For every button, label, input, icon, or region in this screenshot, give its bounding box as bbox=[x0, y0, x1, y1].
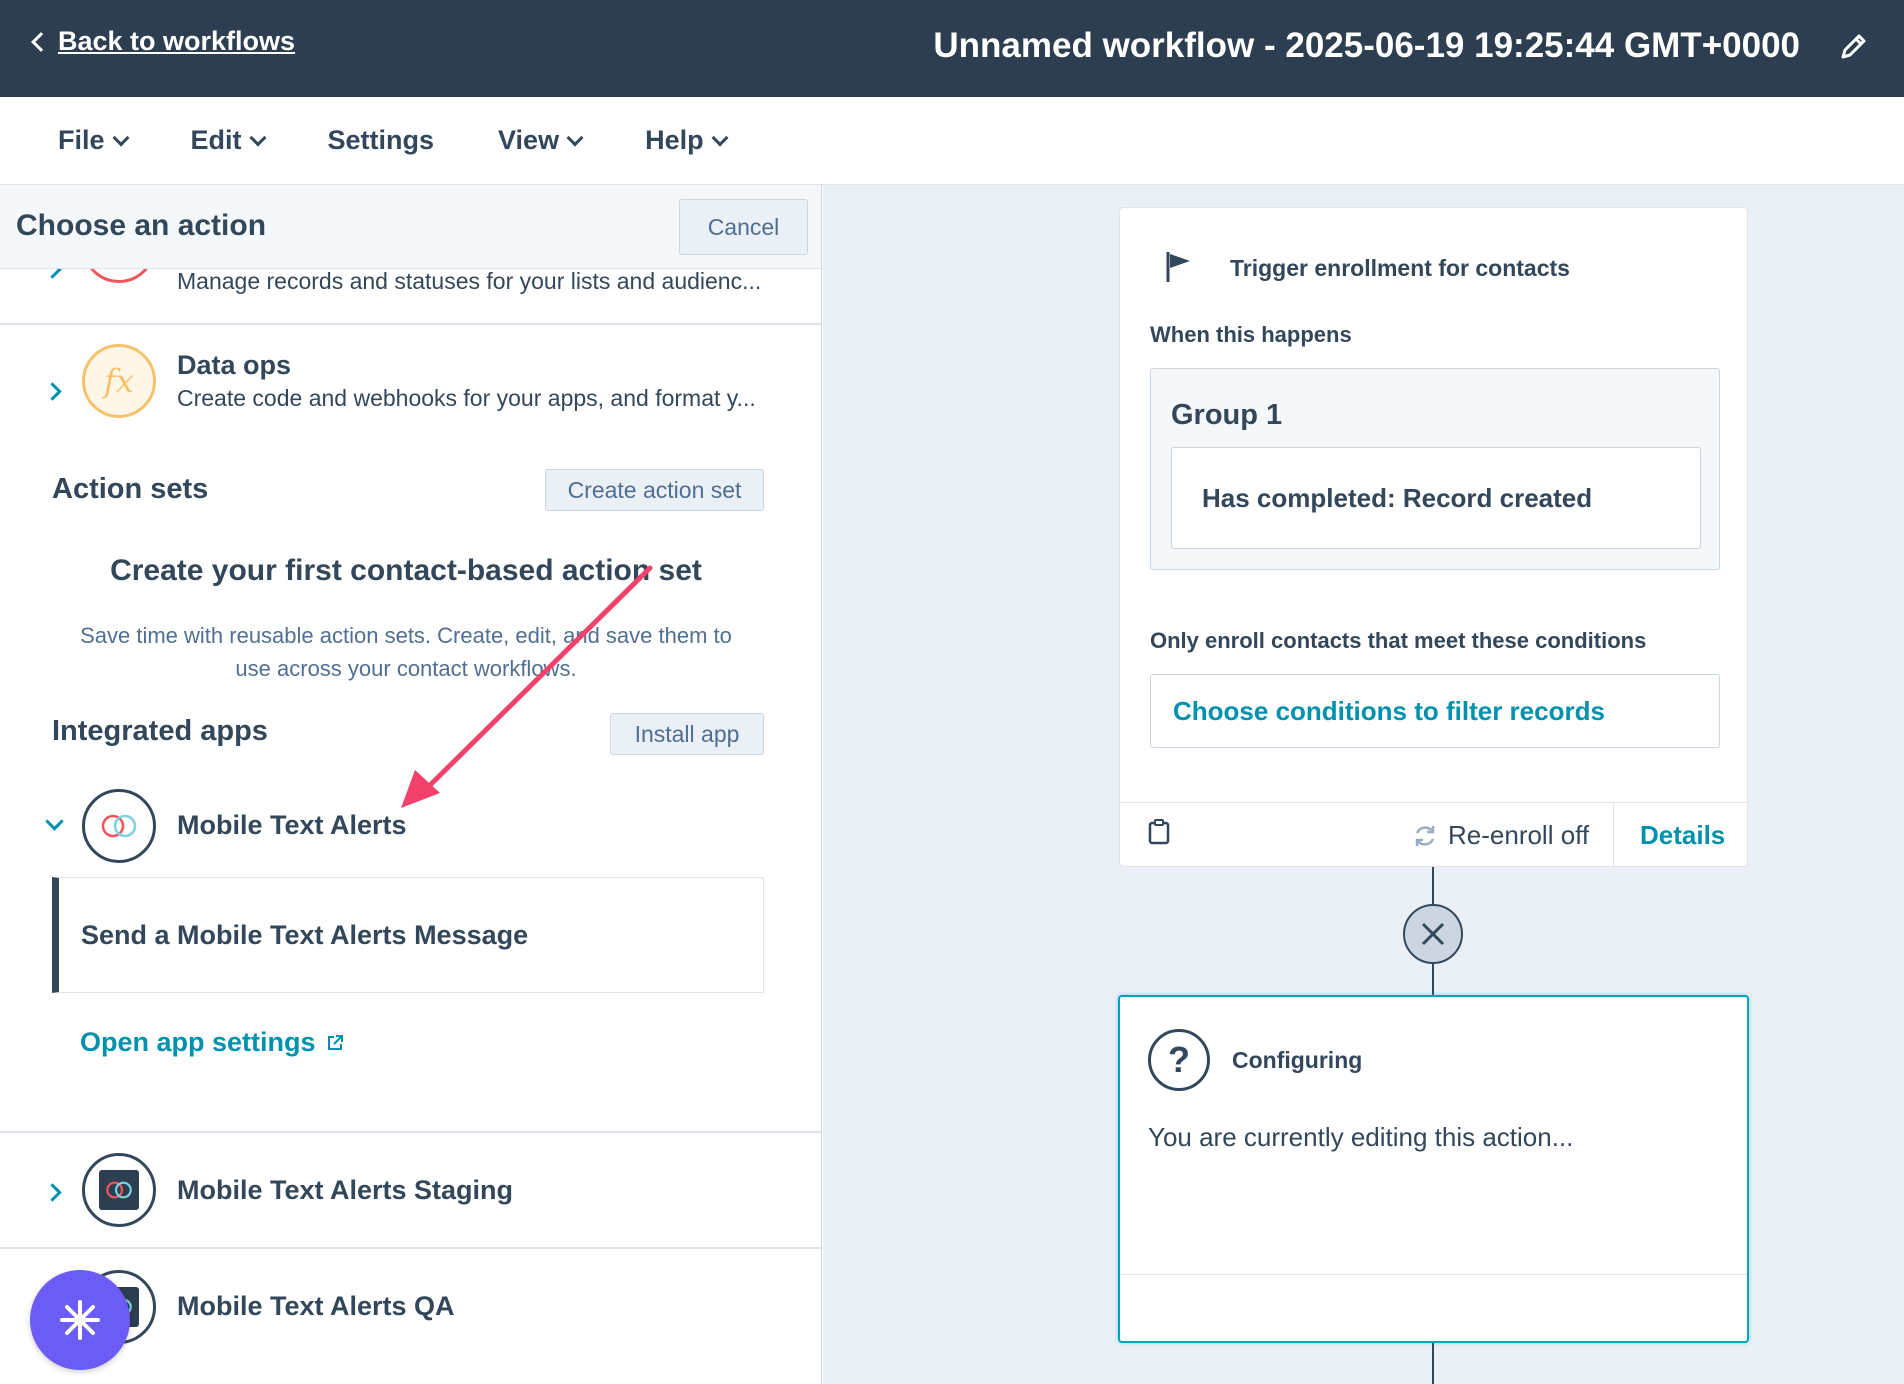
divider bbox=[0, 1247, 821, 1249]
trigger-title: Trigger enrollment for contacts bbox=[1230, 255, 1570, 281]
action-sets-empty-desc: Save time with reusable action sets. Cre… bbox=[80, 623, 732, 681]
details-link[interactable]: Details bbox=[1640, 820, 1725, 851]
back-link-label: Back to workflows bbox=[58, 26, 296, 56]
action-sets-title: Action sets bbox=[52, 473, 209, 505]
menu-settings[interactable]: Settings bbox=[328, 125, 435, 156]
data-ops-desc: Create code and webhooks for your apps, … bbox=[177, 385, 756, 411]
delete-step-button[interactable] bbox=[1403, 904, 1463, 964]
chevron-down-icon bbox=[249, 129, 267, 146]
menu-bar: File Edit Settings View Help bbox=[0, 97, 1904, 185]
menu-view[interactable]: View bbox=[498, 125, 584, 156]
config-desc: You are currently editing this action... bbox=[1148, 1122, 1574, 1152]
install-app-button[interactable]: Install app bbox=[610, 713, 764, 755]
app-logo-square bbox=[99, 1170, 139, 1210]
partial-row-desc: Manage records and statuses for your lis… bbox=[177, 268, 762, 294]
chevron-down-icon bbox=[566, 129, 584, 146]
menu-settings-label: Settings bbox=[327, 125, 435, 155]
data-ops-title: Data ops bbox=[177, 350, 292, 380]
app-name: Mobile Text Alerts QA bbox=[177, 1291, 455, 1321]
fx-icon: fx bbox=[82, 344, 156, 418]
config-title: Configuring bbox=[1232, 1047, 1363, 1073]
workflow-canvas: Trigger enrollment for contacts When thi… bbox=[823, 185, 1904, 1384]
connector-line bbox=[1432, 964, 1434, 995]
group-title: Group 1 bbox=[1171, 399, 1283, 431]
flag-icon bbox=[1166, 252, 1190, 282]
chevron-right-icon bbox=[43, 382, 62, 401]
menu-edit-label: Edit bbox=[190, 125, 242, 155]
menu-help-label: Help bbox=[645, 125, 704, 155]
menu-file[interactable]: File bbox=[58, 125, 130, 156]
choose-conditions-link[interactable]: Choose conditions to filter records bbox=[1150, 674, 1720, 748]
menu-edit[interactable]: Edit bbox=[190, 125, 267, 156]
app-name: Mobile Text Alerts Staging bbox=[177, 1175, 514, 1205]
clipboard-icon[interactable] bbox=[1148, 819, 1170, 845]
pencil-icon[interactable] bbox=[1838, 30, 1870, 62]
reenroll-label: Re-enroll off bbox=[1448, 820, 1590, 850]
when-label: When this happens bbox=[1150, 322, 1352, 347]
menu-help[interactable]: Help bbox=[645, 125, 729, 156]
asterisk-icon bbox=[60, 1300, 100, 1340]
chevron-down-icon bbox=[45, 812, 64, 831]
reenroll-toggle[interactable]: Re-enroll off bbox=[1412, 820, 1589, 851]
connector-line bbox=[1432, 867, 1434, 904]
close-icon bbox=[1421, 922, 1445, 946]
divider bbox=[1120, 1274, 1747, 1275]
mobile-text-alerts-staging-logo bbox=[82, 1153, 156, 1227]
connector-line bbox=[1432, 1343, 1434, 1384]
trigger-group[interactable]: Group 1 Has completed: Record created bbox=[1150, 368, 1720, 570]
question-icon: ? bbox=[1148, 1029, 1210, 1091]
chevron-down-icon bbox=[711, 129, 729, 146]
cancel-button[interactable]: Cancel bbox=[679, 199, 808, 255]
send-message-action[interactable]: Send a Mobile Text Alerts Message bbox=[52, 877, 764, 993]
divider bbox=[0, 323, 821, 325]
trigger-card-footer: Re-enroll off Details bbox=[1120, 802, 1747, 867]
chevron-down-icon bbox=[112, 129, 130, 146]
chevron-right-icon bbox=[43, 1183, 62, 1202]
refresh-icon bbox=[1415, 825, 1435, 846]
menu-view-label: View bbox=[498, 125, 560, 155]
chevron-left-icon bbox=[31, 31, 51, 52]
top-bar: Back to workflows Unnamed workflow - 202… bbox=[0, 0, 1904, 97]
workflow-title[interactable]: Unnamed workflow - 2025-06-19 19:25:44 G… bbox=[933, 26, 1800, 66]
trigger-card[interactable]: Trigger enrollment for contacts When thi… bbox=[1119, 207, 1748, 867]
mobile-text-alerts-logo bbox=[82, 789, 156, 863]
back-to-workflows-link[interactable]: Back to workflows bbox=[31, 26, 296, 57]
configuring-card[interactable]: ? Configuring You are currently editing … bbox=[1118, 995, 1749, 1343]
panel-title: Choose an action bbox=[16, 209, 267, 242]
integrated-apps-title: Integrated apps bbox=[52, 715, 268, 747]
app-name: Mobile Text Alerts bbox=[177, 810, 407, 840]
open-app-settings-label: Open app settings bbox=[80, 1027, 316, 1057]
divider bbox=[0, 1131, 821, 1133]
help-widget-button[interactable] bbox=[30, 1270, 130, 1370]
divider bbox=[1613, 803, 1614, 867]
menu-file-label: File bbox=[58, 125, 105, 155]
panel-header: Choose an action Cancel bbox=[0, 185, 821, 269]
create-action-set-button[interactable]: Create action set bbox=[545, 469, 764, 511]
external-link-icon bbox=[327, 1034, 343, 1050]
choose-action-panel: Choose an action Cancel Manage records a… bbox=[0, 185, 822, 1384]
trigger-criterion[interactable]: Has completed: Record created bbox=[1171, 447, 1701, 549]
open-app-settings-link[interactable]: Open app settings bbox=[80, 1027, 344, 1058]
action-sets-empty-title: Create your first contact-based action s… bbox=[110, 554, 702, 587]
conditions-label: Only enroll contacts that meet these con… bbox=[1150, 628, 1647, 653]
